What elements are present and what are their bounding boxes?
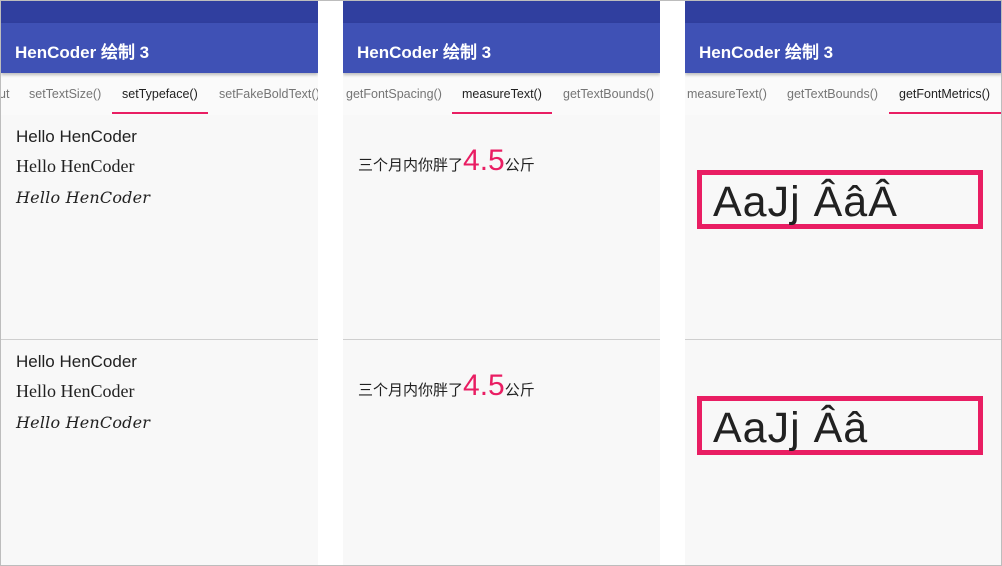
tab-settypeface[interactable]: setTypeface() [122, 87, 198, 101]
tab-gettextbounds[interactable]: getTextBounds() [787, 87, 878, 101]
metrics-sample-text: AaJj Ââ [713, 404, 869, 452]
tab-getfontmetrics[interactable]: getFontMetrics() [899, 87, 990, 101]
sentence-prefix: 三个月内你胖了 [358, 382, 464, 399]
tab-indicator [452, 112, 552, 114]
app-bar: HenCoder 绘制 3 [343, 23, 660, 73]
app-title: HenCoder 绘制 3 [15, 43, 150, 62]
tab-strip[interactable]: measureText() getTextBounds() getFontMet… [685, 73, 1001, 115]
sentence-prefix: 三个月内你胖了 [358, 157, 464, 174]
content-area: AaJj ÂâÂ AaJj Ââ [685, 115, 1001, 565]
comparison-frame: HenCoder 绘制 3 ut setTextSize() setTypefa… [0, 0, 1002, 566]
tab-settextsize[interactable]: setTextSize() [29, 87, 101, 101]
tab-indicator [112, 112, 208, 114]
content-area: 三个月内你胖了4.5公斤 三个月内你胖了4.5公斤 [343, 115, 660, 565]
status-bar [343, 1, 660, 23]
status-bar [685, 1, 1001, 23]
tab-setfakeboldtext[interactable]: setFakeBoldText() [219, 87, 318, 101]
tab-measuretext[interactable]: measureText() [462, 87, 542, 101]
measured-sentence: 三个月内你胖了4.5公斤 [358, 369, 535, 403]
highlight-number: 4.5 [463, 369, 505, 402]
text-serif: Hello HenCoder [16, 156, 135, 176]
screen-measuretext: HenCoder 绘制 3 getFontSpacing() measureTe… [343, 1, 660, 565]
tab-strip[interactable]: ut setTextSize() setTypeface() setFakeBo… [1, 73, 318, 115]
screen-settypeface: HenCoder 绘制 3 ut setTextSize() setTypefa… [1, 1, 318, 565]
tab-strip[interactable]: getFontSpacing() measureText() getTextBo… [343, 73, 660, 115]
tab-measuretext[interactable]: measureText() [687, 87, 767, 101]
tab-clipped[interactable]: ut [1, 87, 9, 101]
panel-divider [685, 339, 1001, 340]
tab-gettextbounds[interactable]: getTextBounds() [563, 87, 654, 101]
sentence-unit: 公斤 [504, 382, 535, 399]
status-bar [1, 1, 318, 23]
panel-divider [343, 339, 660, 340]
app-bar: HenCoder 绘制 3 [685, 23, 1001, 73]
app-title: HenCoder 绘制 3 [699, 43, 834, 62]
metrics-sample-text: AaJj ÂâÂ [713, 178, 898, 226]
text-sans: Hello HenCoder [16, 127, 137, 146]
measured-sentence: 三个月内你胖了4.5公斤 [358, 144, 535, 178]
screen-getfontmetrics: HenCoder 绘制 3 measureText() getTextBound… [685, 1, 1001, 565]
text-sans: Hello HenCoder [16, 352, 137, 371]
panel-divider [1, 339, 318, 340]
tab-indicator [889, 112, 1001, 114]
app-bar: HenCoder 绘制 3 [1, 23, 318, 73]
sentence-unit: 公斤 [504, 157, 535, 174]
content-area: Hello HenCoder Hello HenCoder Hello HenC… [1, 115, 318, 565]
highlight-number: 4.5 [463, 144, 505, 177]
tab-getfontspacing[interactable]: getFontSpacing() [346, 87, 442, 101]
text-script: Hello HenCoder [16, 188, 151, 207]
text-script: Hello HenCoder [16, 413, 151, 432]
app-title: HenCoder 绘制 3 [357, 43, 492, 62]
text-serif: Hello HenCoder [16, 381, 135, 401]
